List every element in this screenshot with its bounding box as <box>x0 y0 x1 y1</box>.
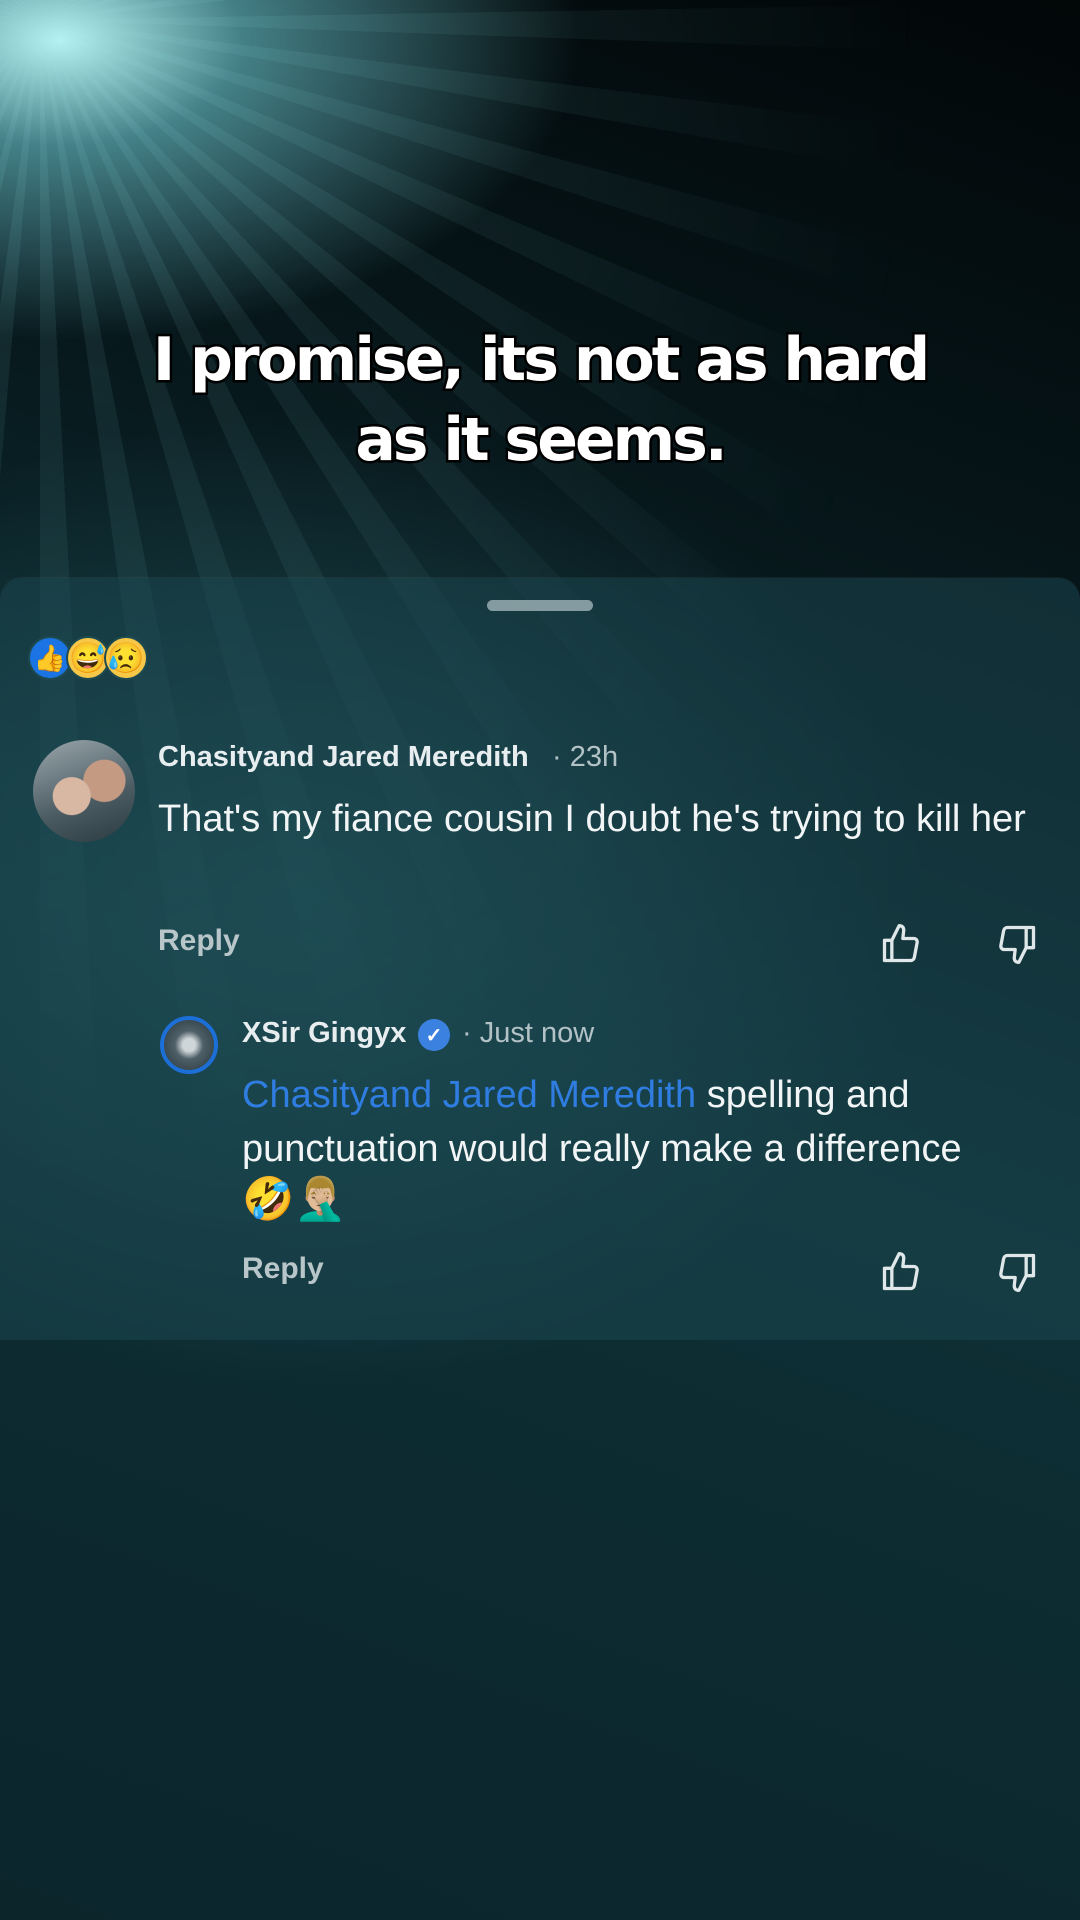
comment-time: · 23h <box>552 741 619 773</box>
sad-icon: 😥 <box>104 636 148 680</box>
reply-author[interactable]: XSir Gingyx <box>242 1017 406 1050</box>
caption-line-2: as it seems. <box>353 403 730 478</box>
thumbs-down-icon[interactable] <box>994 1250 1040 1294</box>
mention-link[interactable]: Chasityand Jared Meredith <box>242 1074 696 1116</box>
video-caption: I promise, its not as hard as it seems. <box>90 320 990 480</box>
drag-handle[interactable] <box>487 600 593 611</box>
reply-button[interactable]: Reply <box>242 1252 324 1286</box>
avatar[interactable] <box>160 1016 218 1074</box>
avatar[interactable] <box>33 740 135 842</box>
reply-button[interactable]: Reply <box>158 924 240 958</box>
comment-author[interactable]: Chasityand Jared Meredith <box>158 741 529 774</box>
reply-time: · Just now <box>462 1017 595 1049</box>
reply-text: Chasityand Jared Meredith spelling and p… <box>242 1068 1062 1176</box>
reply-emojis: 🤣🤦🏼‍♂️ <box>242 1175 347 1222</box>
reactions-summary[interactable]: 👍 😅 😥 <box>28 636 148 680</box>
verified-badge-icon: ✓ <box>418 1019 450 1051</box>
caption-line-1: I promise, its not as hard <box>150 323 932 398</box>
thumbs-up-icon[interactable] <box>878 922 924 966</box>
thumbs-down-icon[interactable] <box>994 922 1040 966</box>
comment-text: That's my fiance cousin I doubt he's try… <box>158 798 1026 840</box>
thumbs-up-icon[interactable] <box>878 1250 924 1294</box>
